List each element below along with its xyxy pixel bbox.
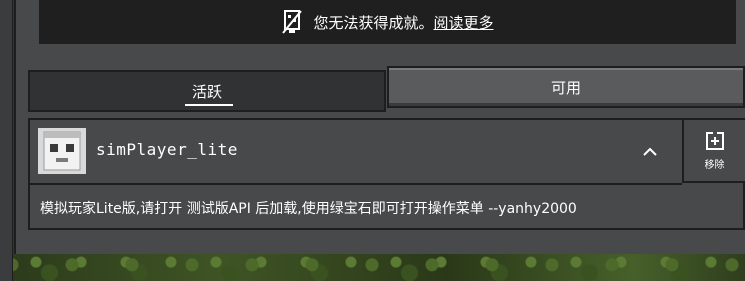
remove-pack-icon [705, 130, 724, 150]
pack-card: simPlayer_lite 移除 模拟玩家Lite版,请打开 测试版API 后… [28, 118, 745, 230]
banner-message: 您无法获得成就。 [313, 13, 434, 32]
tab-active-label: 活跃 [191, 82, 222, 101]
remove-pack-button[interactable]: 移除 [682, 120, 745, 183]
left-edge [0, 0, 13, 281]
no-achievements-icon [281, 9, 303, 35]
read-more-link[interactable]: 阅读更多 [434, 14, 494, 32]
pack-description: 模拟玩家Lite版,请打开 测试版API 后加载,使用绿宝石即可打开操作菜单 -… [40, 201, 577, 217]
game-background [0, 254, 745, 281]
chevron-up-icon[interactable] [642, 142, 658, 156]
pack-header[interactable]: simPlayer_lite [30, 120, 682, 185]
tab-active[interactable]: 活跃 [28, 70, 386, 112]
tab-available-label: 可用 [550, 78, 581, 97]
remove-label: 移除 [704, 160, 725, 171]
pack-thumbnail-icon [38, 128, 86, 174]
pack-name: simPlayer_lite [96, 140, 238, 159]
tab-available[interactable]: 可用 [387, 66, 745, 108]
achievements-warning-banner: 您无法获得成就。阅读更多 [39, 0, 736, 44]
active-tab-underline [185, 104, 233, 106]
